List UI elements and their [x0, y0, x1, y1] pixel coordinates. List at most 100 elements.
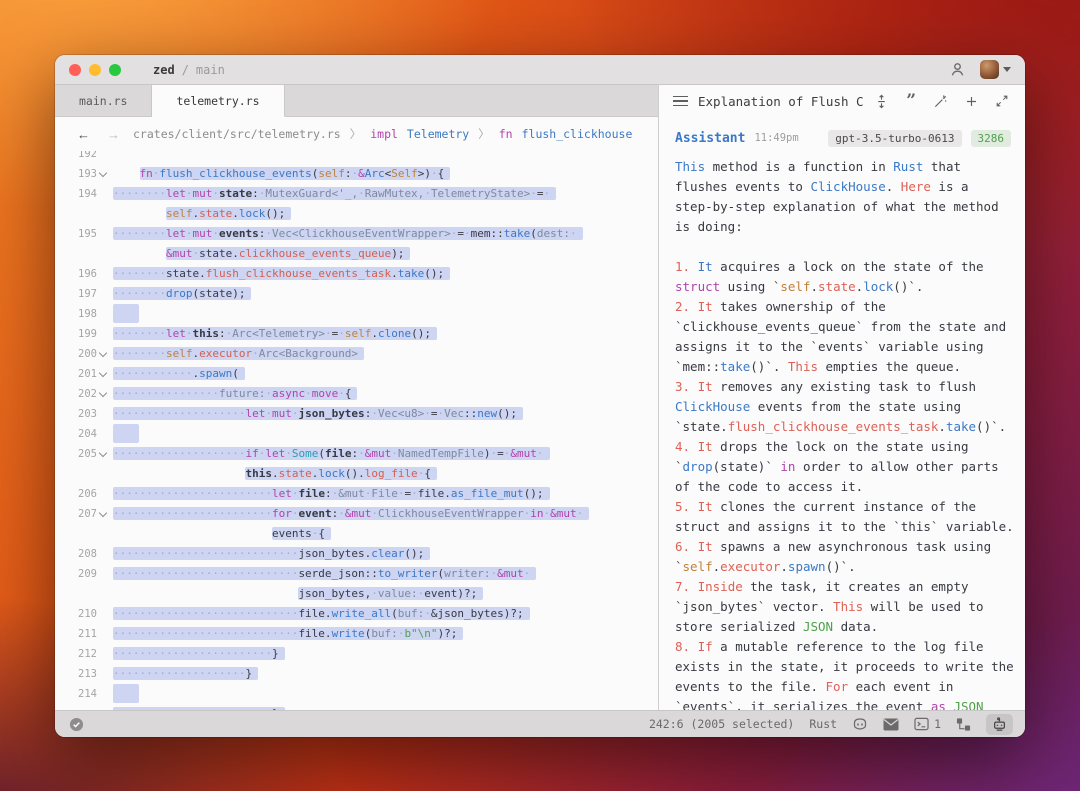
token-count-badge: 3286	[971, 130, 1012, 147]
fold-gutter	[97, 284, 113, 304]
code-row[interactable]: 207························for·event:·&m…	[55, 504, 658, 524]
terminal-toggle[interactable]: 1	[914, 717, 941, 731]
magic-wand-icon[interactable]	[933, 94, 948, 109]
selection-highlight: ····················}	[113, 667, 258, 680]
assistant-toggle[interactable]	[986, 714, 1013, 735]
breadcrumb-path[interactable]: crates/client/src/telemetry.rs	[133, 127, 341, 141]
tab-main-rs[interactable]: main.rs	[55, 85, 152, 116]
split-height-icon[interactable]	[874, 94, 889, 109]
selection-highlight: fn·flush_clickhouse_events(self:·&Arc<Se…	[140, 167, 451, 180]
assistant-text-line: store serialized JSON data.	[675, 617, 1025, 637]
code-row[interactable]: 206························let·file:·&mu…	[55, 484, 658, 504]
code-row[interactable]: 200········self.executor·Arc<Background>	[55, 344, 658, 364]
code-row[interactable]: 214	[55, 684, 658, 704]
assistant-text-line: `drop(state)` in order to allow other pa…	[675, 457, 1025, 477]
message-time: 11:49pm	[754, 132, 798, 144]
fold-chevron-icon[interactable]	[97, 364, 113, 384]
assistant-text-line: ClickHouse events from the state using	[675, 397, 1025, 417]
selection-highlight: ············.spawn(	[113, 367, 245, 380]
window-title: zed / main	[153, 63, 225, 77]
new-conversation-icon[interactable]	[965, 95, 978, 108]
close-window-button[interactable]	[69, 64, 81, 76]
code-row[interactable]: self.state.lock();	[55, 204, 658, 224]
zoom-window-button[interactable]	[109, 64, 121, 76]
code-row[interactable]: json_bytes,·value:·event)?;	[55, 584, 658, 604]
fold-gutter	[97, 244, 113, 264]
message-text: This method is a function in Rust thatfl…	[675, 157, 1025, 710]
code-row[interactable]: 194········let·mut·state:·MutexGuard<'_,…	[55, 184, 658, 204]
collaborator-icon[interactable]	[949, 61, 966, 78]
minimize-window-button[interactable]	[89, 64, 101, 76]
code-row[interactable]: 210····························file.writ…	[55, 604, 658, 624]
diagnostics-check-icon[interactable]	[69, 717, 84, 732]
fold-gutter	[97, 564, 113, 584]
expand-icon[interactable]	[995, 94, 1009, 108]
code-row[interactable]: events·{	[55, 524, 658, 544]
editor-pane: main.rs telemetry.rs ← → crates/client/s…	[55, 85, 658, 710]
selection-highlight: ········self.executor·Arc<Background>	[113, 347, 364, 360]
cursor-position[interactable]: 242:6 (2005 selected)	[649, 717, 794, 731]
copilot-icon[interactable]	[852, 716, 868, 732]
nav-forward-button[interactable]: →	[103, 127, 124, 142]
language-selector[interactable]: Rust	[809, 717, 837, 731]
code-row[interactable]: 209····························serde_jso…	[55, 564, 658, 584]
breadcrumb: ← → crates/client/src/telemetry.rs 〉 imp…	[55, 117, 658, 151]
code-row[interactable]: 203····················let·mut·json_byte…	[55, 404, 658, 424]
code-row[interactable]: 193 fn·flush_clickhouse_events(self:·&Ar…	[55, 164, 658, 184]
project-panel-icon[interactable]	[956, 717, 971, 732]
assistant-text-line: 8. If a mutable reference to the log fil…	[675, 637, 1025, 657]
code-row[interactable]: 208····························json_byte…	[55, 544, 658, 564]
code-row[interactable]: 205····················if·let·Some(file:…	[55, 444, 658, 464]
nav-back-button[interactable]: ←	[73, 127, 94, 142]
fold-chevron-icon[interactable]	[97, 384, 113, 404]
code-row[interactable]: 202················future:·async·move·{	[55, 384, 658, 404]
fold-chevron-icon[interactable]	[97, 504, 113, 524]
assistant-text-line: is doing:	[675, 217, 1025, 237]
fold-chevron-icon[interactable]	[97, 444, 113, 464]
fold-chevron-icon[interactable]	[97, 164, 113, 184]
code-row[interactable]: 204	[55, 424, 658, 444]
assistant-text-line: 1. It acquires a lock on the state of th…	[675, 257, 1025, 277]
breadcrumb-fn-name[interactable]: flush_clickhouse	[522, 127, 633, 141]
quote-icon[interactable]: ”	[906, 95, 916, 108]
model-badge[interactable]: gpt-3.5-turbo-0613	[828, 130, 961, 147]
fold-gutter	[97, 224, 113, 244]
code-row[interactable]: 212························}	[55, 644, 658, 664]
fold-gutter	[97, 424, 113, 444]
branch-name[interactable]: main	[196, 63, 225, 77]
title-bar: zed / main	[55, 55, 1025, 85]
fold-chevron-icon[interactable]	[97, 344, 113, 364]
code-row[interactable]: 201············.spawn(	[55, 364, 658, 384]
project-name: zed	[153, 63, 175, 77]
breadcrumb-impl-name[interactable]: Telemetry	[407, 127, 469, 141]
selection-highlight: ········let·this:·Arc<Telemetry>·=·self.…	[113, 327, 437, 340]
code-row[interactable]: &mut·state.clickhouse_events_queue);	[55, 244, 658, 264]
feedback-envelope-icon[interactable]	[883, 718, 899, 731]
fold-gutter	[97, 324, 113, 344]
fold-gutter	[97, 684, 113, 704]
menu-icon[interactable]	[673, 96, 688, 107]
code-row[interactable]: 198	[55, 304, 658, 324]
code-row[interactable]: 213····················}	[55, 664, 658, 684]
assistant-text-line: assigns it to the `events` variable usin…	[675, 337, 1025, 357]
code-row[interactable]: 197········drop(state);	[55, 284, 658, 304]
code-row[interactable]: 199········let·this:·Arc<Telemetry>·=·se…	[55, 324, 658, 344]
selection-highlight: ········drop(state);	[113, 287, 251, 300]
breadcrumb-fn-keyword: fn	[499, 127, 513, 141]
fold-gutter	[97, 544, 113, 564]
message-role[interactable]: Assistant	[675, 131, 745, 146]
code-editor[interactable]: 192193 fn·flush_clickhouse_events(self:·…	[55, 151, 658, 710]
conversation-title[interactable]: Explanation of Flush Clic	[698, 94, 864, 109]
code-row[interactable]: 196········state.flush_clickhouse_events…	[55, 264, 658, 284]
selection-highlight: &mut·state.clickhouse_events_queue);	[166, 247, 410, 260]
code-row[interactable]: 195········let·mut·events:·Vec<Clickhous…	[55, 224, 658, 244]
selection-highlight: ····························serde_json::…	[113, 567, 536, 580]
code-row[interactable]: this.state.lock().log_file·{	[55, 464, 658, 484]
tab-telemetry-rs[interactable]: telemetry.rs	[152, 85, 284, 117]
user-menu[interactable]	[980, 60, 1011, 79]
selection-highlight: this.state.lock().log_file·{	[245, 467, 436, 480]
assistant-text-line: struct using `self.state.lock()`.	[675, 277, 1025, 297]
code-row[interactable]: 211····························file.writ…	[55, 624, 658, 644]
conversation-body[interactable]: Assistant 11:49pm gpt-3.5-turbo-0613 328…	[659, 117, 1025, 710]
code-row[interactable]: 192	[55, 151, 658, 164]
